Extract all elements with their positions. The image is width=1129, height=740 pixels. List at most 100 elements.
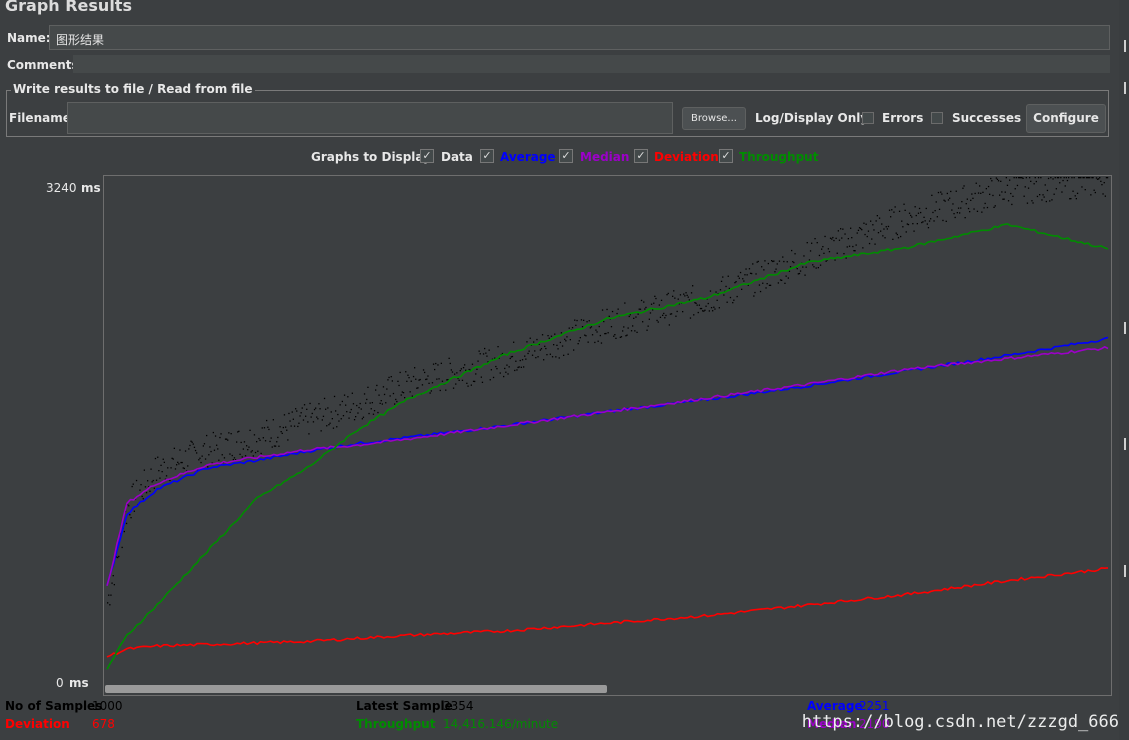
successes-checkbox[interactable] (931, 112, 943, 124)
data-point (769, 284, 772, 286)
data-point (776, 263, 778, 265)
filename-input[interactable] (67, 102, 673, 134)
data-point (524, 355, 526, 357)
data-point (339, 404, 341, 406)
data-point (169, 479, 171, 482)
data-point (1070, 198, 1072, 200)
samples-value: 1000 (92, 699, 123, 713)
data-point (1024, 186, 1026, 188)
data-point (921, 221, 923, 224)
data-point (673, 290, 675, 292)
data-point (302, 419, 305, 421)
browse-button[interactable]: Browse... (682, 107, 746, 130)
name-input[interactable]: 图形结果 (49, 25, 1110, 50)
data-point (755, 273, 757, 275)
data-point (240, 441, 242, 444)
data-point (441, 380, 444, 382)
data-point (325, 408, 327, 410)
data-point (598, 325, 600, 328)
data-point (1004, 191, 1006, 193)
data-point (308, 433, 310, 435)
data-point (392, 392, 395, 395)
deviation-checkbox[interactable]: ✓ (634, 149, 648, 163)
y-axis-min-unit: ms (69, 676, 89, 690)
data-point (693, 314, 695, 316)
data-point (596, 331, 598, 333)
data-point (954, 216, 956, 219)
comments-input[interactable] (73, 55, 1110, 73)
data-point (545, 347, 547, 350)
data-point (155, 479, 158, 481)
configure-button[interactable]: Configure (1026, 104, 1106, 133)
horizontal-scrollbar[interactable] (105, 685, 607, 693)
data-point (160, 464, 162, 466)
data-point (212, 431, 214, 434)
data-point (685, 292, 687, 294)
data-point (805, 266, 807, 268)
data-point (448, 357, 450, 359)
data-point (915, 214, 917, 217)
data-point (682, 311, 684, 313)
errors-checkbox[interactable] (862, 112, 874, 124)
data-point (852, 245, 854, 248)
data-point (597, 340, 599, 342)
data-point (1001, 191, 1003, 193)
data-point (1064, 185, 1066, 187)
data-point (408, 377, 410, 379)
data-point (478, 350, 480, 352)
data-point (404, 397, 406, 399)
data-point (318, 403, 320, 405)
data-point (804, 274, 806, 276)
data-point (822, 246, 824, 248)
data-point (571, 327, 574, 329)
data-point (591, 334, 594, 336)
data-point (204, 458, 207, 460)
data-point (113, 584, 115, 586)
data-point (1081, 186, 1083, 188)
data-point (722, 276, 724, 278)
data-point (246, 445, 248, 447)
data-point (803, 255, 805, 257)
data-point (744, 274, 746, 276)
data-point (414, 367, 416, 369)
data-point (462, 367, 465, 369)
series-line-throughput (106, 223, 1109, 670)
edge-tick (1124, 438, 1126, 450)
data-point (683, 293, 685, 295)
data-point (987, 185, 990, 188)
data-point (684, 295, 686, 297)
data-point (887, 225, 890, 228)
data-point (733, 299, 735, 301)
data-point (537, 356, 539, 358)
data-point (152, 479, 154, 482)
data-point (118, 555, 120, 558)
data-point (1062, 179, 1064, 182)
data-point (1042, 194, 1044, 196)
data-point (862, 247, 864, 249)
data-point (303, 404, 306, 406)
throughput-checkbox[interactable]: ✓ (719, 149, 733, 163)
data-point (605, 332, 607, 335)
data-point (665, 314, 667, 317)
average-stat-label: Average (807, 699, 863, 713)
data-point (818, 254, 821, 257)
samples-label: No of Samples (5, 699, 103, 713)
data-point (900, 235, 902, 238)
data-point (422, 369, 425, 371)
median-checkbox[interactable]: ✓ (559, 149, 573, 163)
data-point (611, 310, 614, 313)
data-point (994, 205, 996, 207)
data-point (506, 364, 508, 366)
data-point (1022, 177, 1024, 179)
data-point (777, 282, 779, 284)
data-point (583, 319, 585, 321)
average-checkbox[interactable]: ✓ (480, 149, 494, 163)
data-point (812, 264, 814, 266)
data-point (689, 317, 692, 319)
data-point (360, 408, 362, 410)
data-point (916, 223, 918, 225)
data-point (533, 341, 535, 343)
data-point (865, 223, 867, 225)
data-point (870, 220, 872, 222)
data-checkbox[interactable]: ✓ (420, 149, 434, 163)
